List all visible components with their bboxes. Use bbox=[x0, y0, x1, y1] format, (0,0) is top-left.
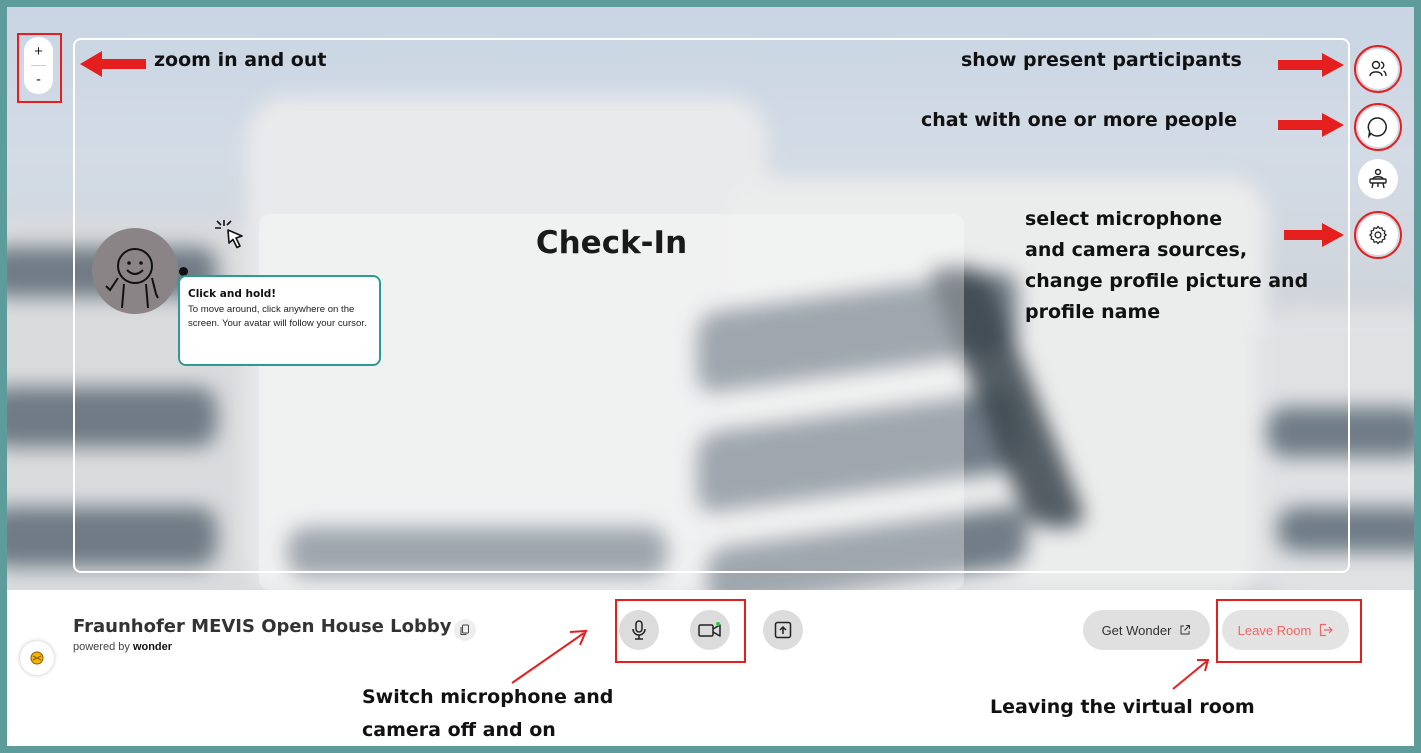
annotation-chat: chat with one or more people bbox=[921, 109, 1237, 131]
presenter-button[interactable] bbox=[1358, 159, 1398, 199]
annotation-participants: show present participants bbox=[961, 49, 1242, 71]
right-arrow-icon bbox=[1278, 53, 1344, 77]
copy-link-button[interactable] bbox=[454, 619, 476, 641]
get-wonder-button[interactable]: Get Wonder bbox=[1083, 610, 1210, 650]
get-wonder-label: Get Wonder bbox=[1101, 622, 1172, 638]
cursor-click-icon bbox=[215, 220, 243, 249]
left-arrow-icon bbox=[80, 51, 146, 77]
participants-button[interactable] bbox=[1358, 49, 1398, 89]
screen-share-icon bbox=[774, 621, 792, 639]
annotation-settings-line1: select microphone bbox=[1025, 208, 1223, 230]
diagonal-arrow-icon bbox=[1172, 659, 1210, 690]
avatar[interactable] bbox=[92, 228, 178, 314]
chat-button[interactable] bbox=[1358, 107, 1398, 147]
annotation-leave: Leaving the virtual room bbox=[990, 696, 1255, 718]
move-hint-tooltip: Click and hold! To move around, click an… bbox=[178, 275, 381, 366]
participants-icon bbox=[1369, 60, 1387, 77]
zoom-control: + - bbox=[24, 37, 53, 94]
annotation-media-line2: camera off and on bbox=[362, 719, 556, 741]
presenter-icon bbox=[1369, 168, 1387, 189]
powered-brand: wonder bbox=[132, 641, 173, 653]
annotation-settings-line4: profile name bbox=[1025, 301, 1161, 323]
leave-room-label: Leave Room bbox=[1237, 622, 1312, 638]
leave-room-button[interactable]: Leave Room bbox=[1222, 610, 1349, 650]
checkin-area[interactable] bbox=[259, 214, 964, 590]
tooltip-body: To move around, click anywhere on the sc… bbox=[188, 304, 367, 329]
zoom-out-button[interactable]: - bbox=[24, 68, 53, 92]
right-arrow-icon bbox=[1284, 223, 1344, 247]
external-link-icon bbox=[1180, 625, 1191, 635]
area-title: Check-In bbox=[535, 225, 688, 261]
right-arrow-icon bbox=[1278, 113, 1344, 137]
tooltip-title: Click and hold! bbox=[188, 288, 277, 300]
camera-icon bbox=[698, 622, 721, 637]
room-name: Fraunhofer MEVIS Open House Lobby bbox=[73, 616, 452, 637]
powered-prefix: powered by bbox=[73, 641, 130, 653]
screenshot-frame: Check-In + - zoom in and out show presen… bbox=[0, 0, 1421, 753]
settings-button[interactable] bbox=[1358, 215, 1398, 255]
copy-icon bbox=[460, 624, 469, 635]
powered-by: powered by wonder bbox=[73, 641, 172, 653]
chat-icon bbox=[1367, 117, 1387, 139]
wonder-logo[interactable] bbox=[20, 641, 54, 675]
diagonal-arrow-icon bbox=[511, 629, 588, 684]
wonder-logo-icon bbox=[30, 651, 44, 665]
annotation-settings-line3: change profile picture and bbox=[1025, 270, 1309, 292]
annotation-settings-line2: and camera sources, bbox=[1025, 239, 1248, 261]
annotation-media-line1: Switch microphone and bbox=[362, 686, 614, 708]
microphone-button[interactable] bbox=[619, 610, 659, 650]
screen-share-button[interactable] bbox=[763, 610, 803, 650]
annotation-zoom: zoom in and out bbox=[154, 49, 327, 71]
zoom-in-button[interactable]: + bbox=[24, 40, 53, 64]
zoom-divider bbox=[31, 65, 46, 66]
avatar-drawing-icon bbox=[105, 248, 159, 309]
camera-button[interactable] bbox=[690, 610, 730, 650]
gear-icon bbox=[1369, 225, 1387, 245]
exit-icon bbox=[1320, 623, 1334, 637]
microphone-icon bbox=[632, 620, 646, 640]
